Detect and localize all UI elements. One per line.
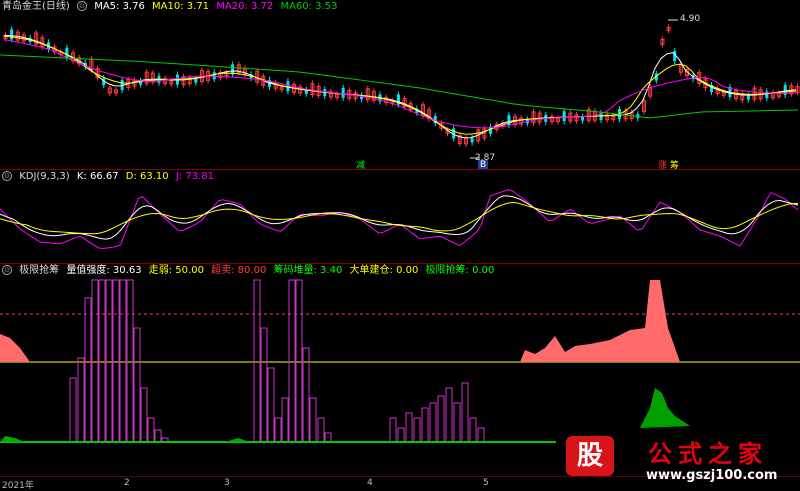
volume-strength-bar <box>445 387 453 443</box>
candle-body <box>286 81 290 92</box>
kdj-j-line <box>0 189 799 250</box>
watermark-logo: 股 <box>566 436 614 476</box>
overbought-area-left <box>0 334 30 362</box>
volume-strength-bar <box>154 429 162 443</box>
volume-strength-bar <box>274 417 282 443</box>
volume-strength-bar <box>413 417 421 443</box>
volume-strength-bar <box>69 377 77 443</box>
kdj-chart[interactable] <box>0 174 800 264</box>
volume-strength-bar <box>112 279 120 443</box>
volume-strength-bar <box>105 279 113 443</box>
volume-strength-bar <box>309 397 317 443</box>
volume-strength-bar <box>119 279 127 443</box>
volume-strength-bar <box>397 427 405 443</box>
volume-strength-bar <box>91 279 99 443</box>
volume-strength-bar <box>140 387 148 443</box>
high-price-label: 4.90 <box>680 14 701 24</box>
volume-strength-bar <box>98 279 106 443</box>
volume-strength-bar <box>453 402 461 443</box>
volume-strength-bar <box>324 432 332 443</box>
date-label-mar: 3 <box>224 478 230 488</box>
volume-strength-bar <box>429 402 437 443</box>
volume-strength-bar <box>147 417 155 443</box>
volume-strength-bar <box>317 417 325 443</box>
volume-strength-bar <box>267 367 275 443</box>
volume-strength-bar <box>469 417 477 443</box>
candle-body <box>470 138 474 143</box>
overbought-area-right <box>520 280 680 362</box>
candle-body <box>562 111 566 122</box>
volume-strength-bar <box>405 412 413 443</box>
kdj-d-line <box>0 201 799 235</box>
volume-strength-bar <box>389 417 397 443</box>
candle-body <box>212 72 216 80</box>
date-label-may: 5 <box>483 478 489 488</box>
volume-strength-bar <box>461 382 469 443</box>
volume-strength-bar <box>288 279 296 443</box>
candle-body <box>194 78 198 83</box>
watermark: 股 公式之家 www.gszj100.com <box>556 432 800 489</box>
date-label-apr: 4 <box>367 478 373 488</box>
watermark-url: www.gszj100.com <box>646 468 778 483</box>
volume-strength-bar <box>281 397 289 443</box>
kdj-k-line <box>0 195 799 240</box>
date-label-feb: 2 <box>124 478 130 488</box>
volume-strength-bar <box>260 327 268 443</box>
date-label-2021: 2021年 <box>2 481 34 491</box>
watermark-site-name: 公式之家 <box>648 439 768 468</box>
candle-body <box>341 87 345 98</box>
accumulate-area-mid <box>225 438 250 442</box>
candle-body <box>746 95 750 100</box>
volume-strength-bar <box>437 395 445 443</box>
volume-strength-bar <box>126 279 134 443</box>
accumulate-area-right <box>640 388 690 428</box>
volume-strength-bar <box>295 279 303 443</box>
volume-strength-bar <box>253 279 261 443</box>
price-chart[interactable] <box>0 0 800 170</box>
volume-strength-bar <box>77 357 85 443</box>
candle-body <box>581 116 585 121</box>
volume-strength-bar <box>421 407 429 443</box>
accumulate-area-left <box>0 436 25 442</box>
candle-body <box>10 29 14 40</box>
volume-strength-bar <box>477 427 485 443</box>
volume-strength-bar <box>84 297 92 443</box>
candle-body <box>65 47 69 58</box>
volume-strength-bar <box>133 327 141 443</box>
